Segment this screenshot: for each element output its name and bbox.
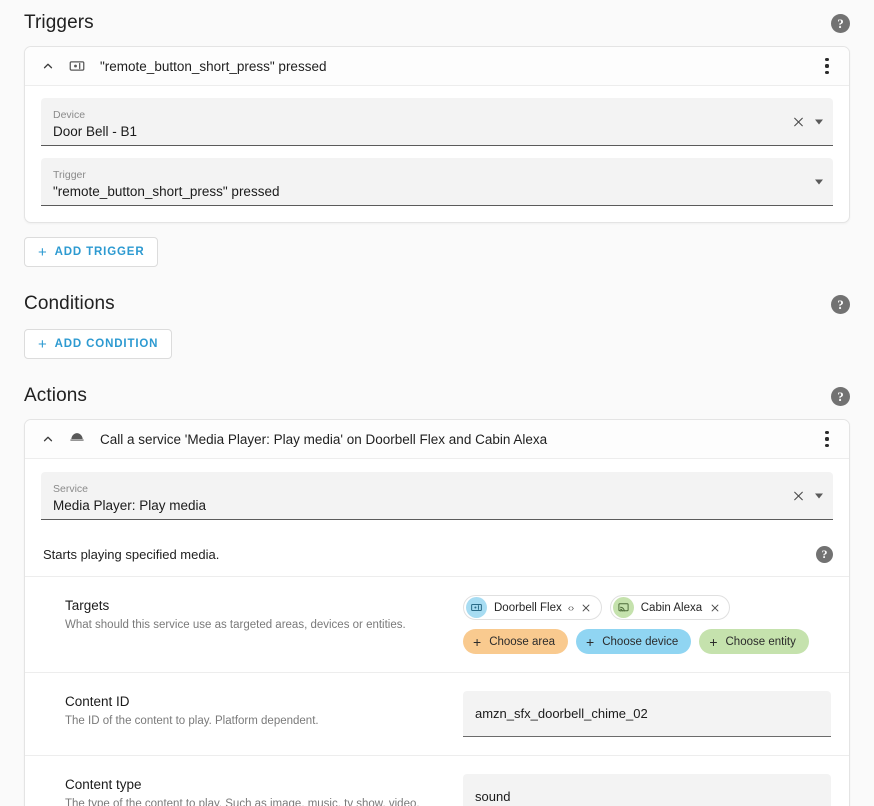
trigger-type-field[interactable]: Trigger "remote_button_short_press" pres… (41, 158, 833, 206)
target-chip-label: Cabin Alexa (640, 601, 703, 614)
plus-icon: + (38, 335, 48, 353)
content-id-value: amzn_sfx_doorbell_chime_02 (475, 706, 648, 721)
add-condition-button[interactable]: + ADD CONDITION (24, 329, 173, 359)
actions-title: Actions (24, 385, 88, 406)
content-id-labels: Content ID The ID of the content to play… (65, 691, 463, 729)
trigger-card: "remote_button_short_press" pressed Devi… (24, 46, 850, 223)
trigger-card-header[interactable]: "remote_button_short_press" pressed (25, 47, 849, 86)
targets-row-name: Targets (65, 598, 110, 613)
content-id-value-wrap: amzn_sfx_doorbell_chime_02 (463, 691, 831, 737)
chevron-up-icon[interactable] (39, 57, 57, 75)
content-id-desc: The ID of the content to play. Platform … (65, 715, 319, 727)
gesture-tap-button-icon (66, 55, 88, 77)
targets-row: Targets What should this service use as … (25, 577, 849, 673)
device-field-label: Device (53, 109, 86, 121)
plus-icon: + (473, 633, 482, 650)
gesture-tap-button-icon (466, 597, 487, 618)
targets-row-labels: Targets What should this service use as … (65, 595, 463, 633)
dots-vertical-icon[interactable] (815, 53, 839, 79)
add-trigger-button[interactable]: + ADD TRIGGER (24, 237, 159, 267)
trigger-device-field-wrap: Device Door Bell - B1 (25, 86, 849, 146)
action-card: Call a service 'Media Player: Play media… (24, 419, 850, 806)
close-icon[interactable] (791, 488, 806, 503)
plus-icon: + (709, 633, 718, 650)
selected-targets: Doorbell Flex ‹› Cabin Alexa (463, 595, 831, 620)
content-type-input[interactable]: sound (463, 774, 831, 806)
content-id-input[interactable]: amzn_sfx_doorbell_chime_02 (463, 691, 831, 737)
content-type-value: sound (475, 789, 511, 804)
target-chip-code-toggle[interactable]: ‹› (568, 602, 575, 614)
device-field[interactable]: Device Door Bell - B1 (41, 98, 833, 146)
bell-chime-icon (66, 428, 88, 450)
action-card-title: Call a service 'Media Player: Play media… (100, 431, 548, 447)
conditions-title: Conditions (24, 293, 115, 314)
targets-row-value: Doorbell Flex ‹› Cabin Alexa + Choose ar… (463, 595, 831, 654)
trigger-type-field-value: "remote_button_short_press" pressed (53, 184, 280, 199)
choose-device-label: Choose device (602, 635, 679, 648)
conditions-help-icon[interactable]: ? (831, 294, 850, 314)
device-field-actions (791, 114, 823, 129)
automation-editor: Triggers ? "remote_button_short_press" p… (0, 0, 874, 806)
choose-device-button[interactable]: + Choose device (576, 629, 692, 654)
dots-vertical-icon[interactable] (815, 426, 839, 452)
actions-help-icon[interactable]: ? (831, 386, 850, 406)
service-field-wrap: Service Media Player: Play media (25, 459, 849, 533)
service-field-label: Service (53, 483, 89, 495)
actions-section-header: Actions ? (24, 373, 850, 419)
close-icon[interactable] (791, 114, 806, 129)
close-icon[interactable] (581, 602, 592, 613)
service-field-value: Media Player: Play media (53, 498, 207, 513)
content-id-name: Content ID (65, 694, 130, 709)
cast-speaker-icon (612, 597, 634, 618)
choose-area-button[interactable]: + Choose area (463, 629, 569, 654)
choose-area-label: Choose area (489, 635, 556, 648)
targets-row-desc: What should this service use as targeted… (65, 619, 406, 631)
target-chip-label: Doorbell Flex (494, 601, 562, 614)
choose-entity-label: Choose entity (725, 635, 796, 648)
chevron-down-icon[interactable] (815, 119, 823, 124)
chevron-down-icon[interactable] (815, 493, 823, 498)
service-description-row: Starts playing specified media. ? (25, 533, 849, 577)
triggers-title: Triggers (24, 12, 94, 33)
content-type-desc: The type of the content to play. Such as… (65, 798, 420, 806)
plus-icon: + (38, 243, 48, 261)
add-trigger-label: ADD TRIGGER (54, 246, 145, 258)
conditions-section-header: Conditions ? (24, 281, 850, 327)
content-type-name: Content type (65, 777, 142, 792)
close-icon[interactable] (709, 602, 720, 613)
content-type-labels: Content type The type of the content to … (65, 774, 463, 806)
plus-icon: + (586, 633, 595, 650)
add-condition-label: ADD CONDITION (54, 338, 159, 350)
trigger-type-field-wrap: Trigger "remote_button_short_press" pres… (25, 146, 849, 222)
chevron-up-icon[interactable] (39, 430, 57, 448)
content-type-value-wrap: sound (463, 774, 831, 806)
chevron-down-icon[interactable] (815, 179, 823, 184)
add-target-buttons: + Choose area + Choose device + Choose e… (463, 629, 831, 654)
trigger-type-field-label: Trigger (53, 169, 86, 181)
content-type-row: Content type The type of the content to … (25, 756, 849, 806)
service-description: Starts playing specified media. (43, 547, 220, 562)
service-field-actions (791, 488, 823, 503)
device-field-value: Door Bell - B1 (53, 124, 138, 139)
target-chip-doorbell-flex[interactable]: Doorbell Flex ‹› (463, 595, 602, 620)
choose-entity-button[interactable]: + Choose entity (699, 629, 809, 654)
service-help-icon[interactable]: ? (816, 546, 833, 563)
triggers-section-header: Triggers ? (24, 0, 850, 46)
target-chip-cabin-alexa[interactable]: Cabin Alexa (609, 595, 731, 620)
content-id-row: Content ID The ID of the content to play… (25, 673, 849, 756)
trigger-card-title: "remote_button_short_press" pressed (100, 58, 327, 74)
service-field[interactable]: Service Media Player: Play media (41, 472, 833, 520)
action-card-header[interactable]: Call a service 'Media Player: Play media… (25, 420, 849, 459)
trigger-type-field-actions (815, 179, 823, 184)
triggers-help-icon[interactable]: ? (831, 13, 850, 33)
